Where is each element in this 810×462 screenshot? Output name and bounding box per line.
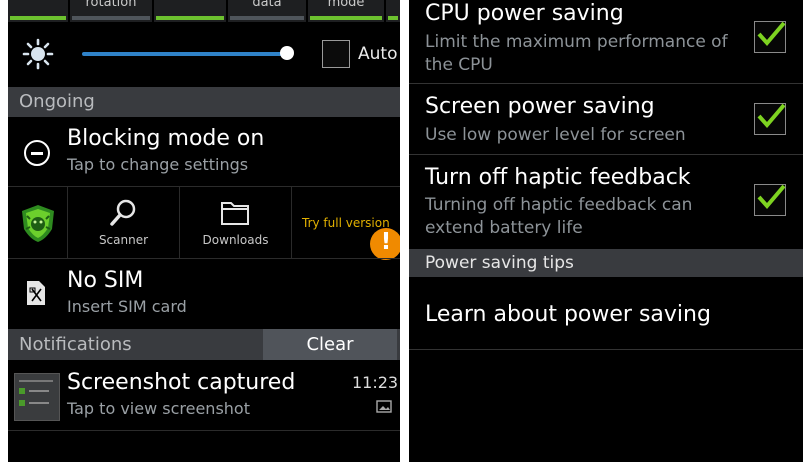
brightness-slider-thumb[interactable] — [280, 46, 294, 60]
auto-brightness-label: Auto — [358, 44, 398, 64]
notification-panel: rotation data mode Auto Ongoing Blocking… — [8, 0, 400, 462]
screen-power-saving-title: Screen power saving — [425, 94, 655, 119]
try-full-version-link[interactable]: Try full version — [302, 216, 390, 230]
divider — [8, 430, 400, 431]
clear-notifications-button[interactable]: Clear — [263, 329, 397, 360]
auto-brightness-checkbox[interactable] — [322, 40, 350, 68]
shield-icon — [22, 205, 54, 242]
warning-badge-icon[interactable]: ! — [370, 228, 400, 260]
quick-toggle-data[interactable]: data — [228, 0, 306, 22]
haptic-description-line-1: Turning off haptic feedback can — [425, 195, 693, 215]
cpu-description-line-2: the CPU — [425, 55, 493, 75]
toggle-indicator-off — [230, 16, 304, 20]
no-sim-subtitle: Insert SIM card — [67, 297, 187, 316]
sim-card-icon — [27, 281, 45, 305]
haptic-description-line-2: extend battery life — [425, 218, 583, 238]
toggle-indicator-off — [72, 16, 150, 20]
quick-toggle-rotation[interactable]: rotation — [70, 0, 152, 22]
toggle-indicator-on — [156, 16, 224, 20]
scanner-button[interactable]: Scanner — [68, 187, 180, 258]
quick-toggle-rotation-label: rotation — [85, 0, 137, 10]
learn-power-saving-label: Learn about power saving — [425, 302, 711, 327]
screenshot-thumbnail — [14, 373, 60, 421]
security-app-widget: Scanner Downloads Try full version — [8, 187, 400, 258]
magnifier-icon — [110, 199, 136, 226]
power-saving-settings: CPU power saving Limit the maximum perfo… — [409, 0, 803, 462]
brightness-slider[interactable] — [82, 52, 292, 56]
cpu-description-line-1: Limit the maximum performance of — [425, 32, 728, 52]
divider — [409, 154, 803, 155]
toggle-indicator-on — [10, 16, 66, 20]
cpu-power-saving-checkbox[interactable] — [754, 21, 786, 53]
quick-settings-bar: rotation data mode — [8, 0, 400, 22]
quick-toggle-mode-label: mode — [327, 0, 365, 10]
screen-power-saving-checkbox[interactable] — [754, 103, 786, 135]
cpu-power-saving-description: Limit the maximum performance of the CPU — [425, 31, 745, 77]
divider — [409, 349, 803, 350]
folder-icon — [221, 202, 249, 225]
haptic-feedback-checkbox[interactable] — [754, 184, 786, 216]
warning-badge-mark: ! — [380, 229, 392, 255]
notification-time: 11:23 — [352, 373, 399, 392]
ongoing-section-header: Ongoing — [8, 87, 400, 117]
blocking-mode-subtitle: Tap to change settings — [67, 155, 249, 174]
toggle-indicator-on — [310, 16, 382, 20]
quick-toggle-data-label: data — [252, 0, 282, 10]
ongoing-header-label: Ongoing — [19, 91, 95, 112]
checkmark-icon — [757, 103, 786, 129]
power-saving-tips-header: Power saving tips — [409, 249, 803, 277]
quick-toggle-6[interactable] — [386, 0, 400, 22]
notification-title: Screenshot captured — [67, 370, 296, 395]
blocking-mode-title: Blocking mode on — [67, 126, 265, 151]
no-sim-title: No SIM — [67, 268, 144, 293]
haptic-feedback-title: Turn off haptic feedback — [425, 165, 691, 190]
divider — [409, 83, 803, 84]
cpu-power-saving-title: CPU power saving — [425, 1, 624, 26]
quick-toggle-mode[interactable]: mode — [308, 0, 384, 22]
quick-toggle-1[interactable] — [8, 0, 68, 22]
notifications-header-label: Notifications — [19, 334, 132, 355]
quick-toggle-3[interactable] — [154, 0, 226, 22]
brightness-icon — [22, 38, 54, 70]
haptic-feedback-description: Turning off haptic feedback can extend b… — [425, 194, 745, 240]
power-saving-tips-label: Power saving tips — [425, 253, 574, 273]
screen-power-saving-description: Use low power level for screen — [425, 125, 686, 145]
checkmark-icon — [757, 21, 786, 47]
toggle-indicator-on — [388, 16, 398, 20]
do-not-disturb-icon — [24, 140, 50, 166]
checkmark-icon — [757, 184, 786, 210]
security-app-logo[interactable] — [8, 187, 68, 258]
scanner-label: Scanner — [98, 233, 149, 247]
image-icon — [376, 400, 392, 413]
downloads-button[interactable]: Downloads — [180, 187, 292, 258]
downloads-label: Downloads — [202, 233, 269, 247]
notification-subtitle: Tap to view screenshot — [67, 399, 250, 418]
divider — [8, 258, 400, 259]
